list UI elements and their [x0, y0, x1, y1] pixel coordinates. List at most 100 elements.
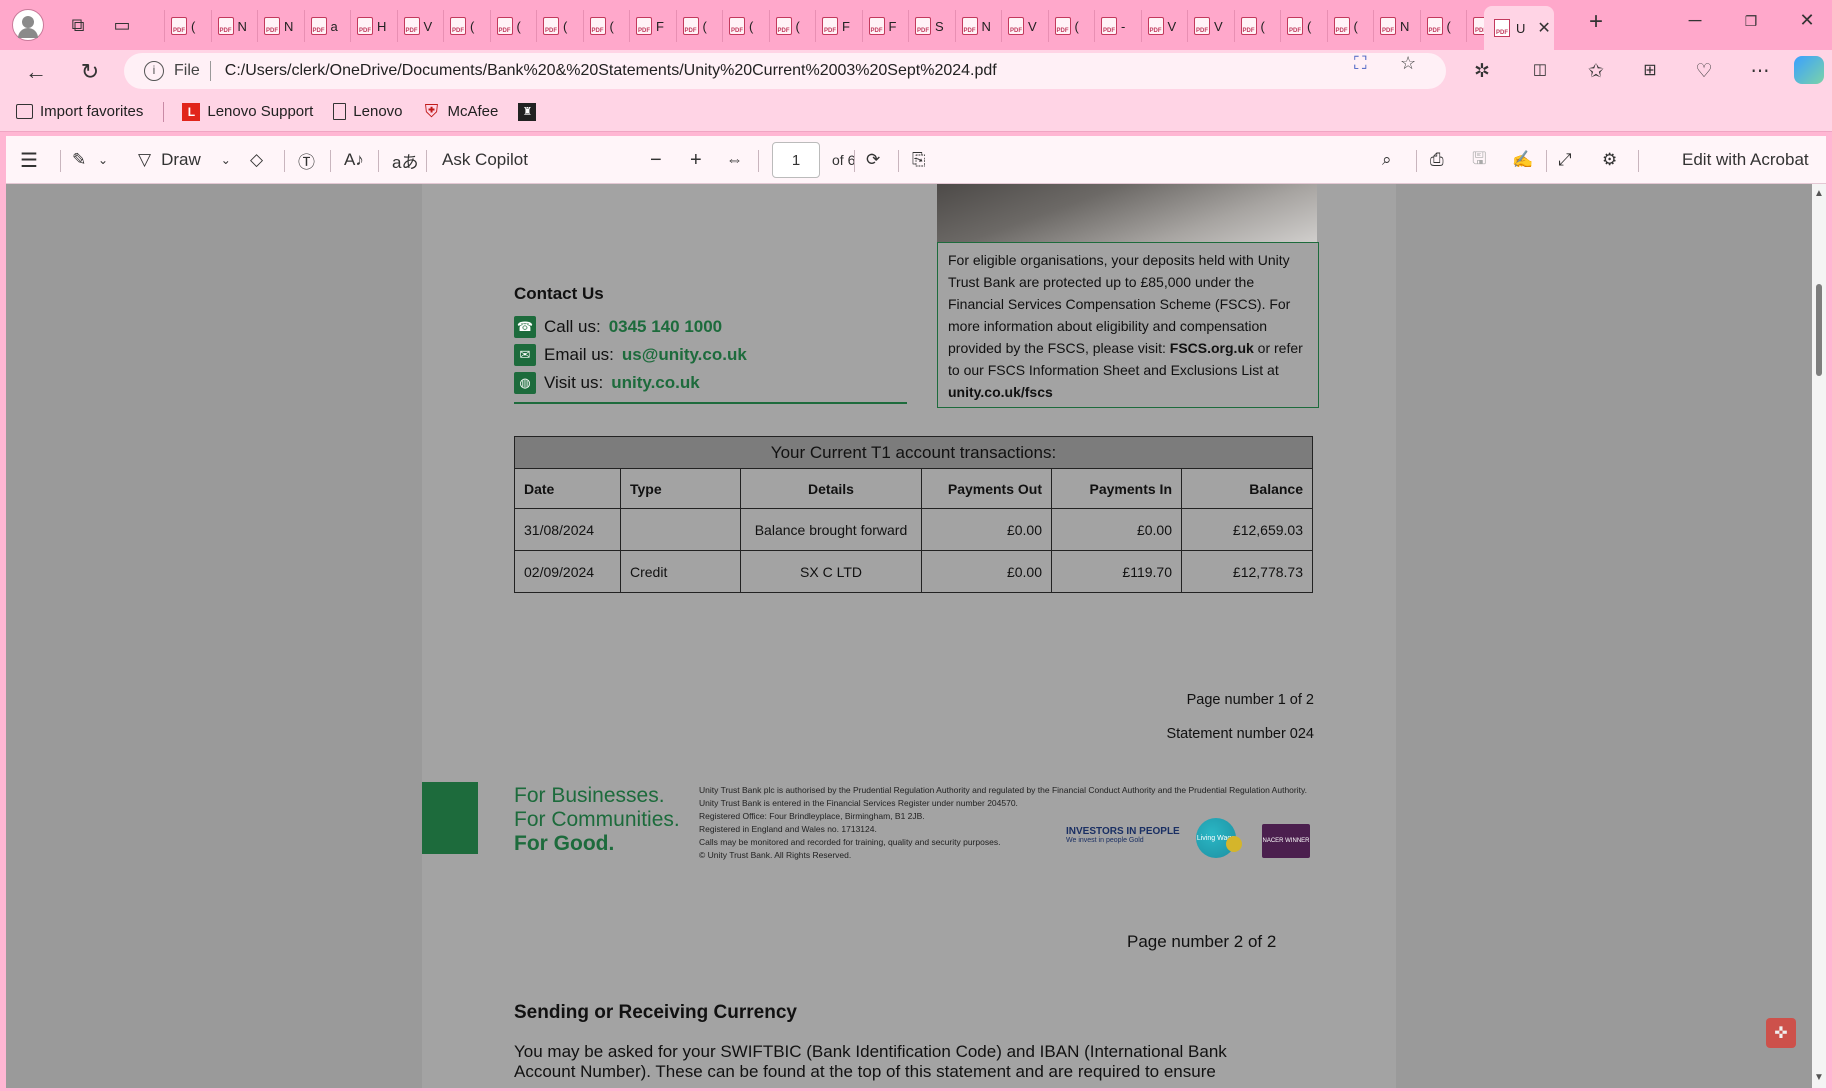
- bookmark-import-favorites[interactable]: Import favorites: [16, 103, 143, 120]
- col-payments-in: Payments In: [1051, 468, 1182, 509]
- zoom-in-icon[interactable]: +: [690, 136, 702, 184]
- reader-mode-icon[interactable]: ⛶: [1354, 53, 1367, 74]
- browser-tab[interactable]: PDF V: [396, 10, 444, 42]
- workspaces-icon[interactable]: ⧉: [66, 13, 90, 37]
- browser-tab[interactable]: PDF F: [815, 10, 862, 42]
- living-wage-dot: [1226, 836, 1242, 852]
- browser-tab[interactable]: PDF(: [1047, 10, 1095, 42]
- page-icon: [333, 103, 347, 120]
- globe-icon: ◍: [514, 372, 536, 394]
- split-screen-icon[interactable]: ◫: [1526, 60, 1554, 78]
- page-view-icon[interactable]: ⎘: [912, 136, 926, 184]
- legal-line: Unity Trust Bank is entered in the Finan…: [699, 798, 1018, 808]
- contents-list-icon[interactable]: ☰: [20, 136, 38, 184]
- address-bar[interactable]: i File C:/Users/clerk/OneDrive/Documents…: [124, 53, 1446, 89]
- website: unity.co.uk: [611, 373, 700, 392]
- save-as-icon[interactable]: ✍: [1512, 136, 1533, 184]
- browser-tab[interactable]: PDF(: [1326, 10, 1374, 42]
- more-menu-icon[interactable]: ⋯: [1746, 60, 1774, 83]
- browser-tab[interactable]: PDF -: [1094, 10, 1141, 42]
- scrollbar-thumb[interactable]: [1816, 284, 1822, 376]
- cell-date: 02/09/2024: [514, 550, 621, 593]
- browser-tab[interactable]: PDF(: [536, 10, 583, 42]
- collections-icon[interactable]: ⊞: [1636, 60, 1664, 80]
- bookmark-lenovo[interactable]: Lenovo: [333, 103, 403, 120]
- browser-tab[interactable]: PDF V: [1140, 10, 1188, 42]
- browser-tab[interactable]: PDF(: [722, 10, 769, 42]
- browser-tab[interactable]: PDF(: [489, 10, 537, 42]
- pdf-favicon-icon: PDF: [775, 17, 792, 35]
- browser-tab[interactable]: PDF(: [1280, 10, 1327, 42]
- minimize-icon[interactable]: ─: [1680, 10, 1710, 31]
- acrobat-icon[interactable]: ✜: [1766, 1018, 1796, 1048]
- browser-tab[interactable]: PDF(: [675, 10, 723, 42]
- tab-title-fragment: H: [377, 18, 387, 34]
- browser-tab[interactable]: PDF S: [908, 10, 955, 42]
- browser-tab[interactable]: PDF F: [861, 10, 909, 42]
- new-tab-button[interactable]: +: [1581, 8, 1611, 36]
- browser-tab[interactable]: PDF(: [164, 10, 211, 42]
- bookmark-mcafee[interactable]: ⛨ McAfee: [423, 101, 499, 121]
- close-tab-icon[interactable]: ✕: [1537, 18, 1550, 38]
- scroll-up-icon[interactable]: ▲: [1814, 188, 1824, 199]
- highlight-icon[interactable]: ✎: [72, 136, 86, 184]
- browser-tab[interactable]: PDF N: [954, 10, 1002, 42]
- rotate-icon[interactable]: ⟳: [866, 136, 880, 184]
- favorites-icon[interactable]: ✩: [1582, 60, 1610, 83]
- cell-payments-in: £0.00: [1051, 508, 1182, 551]
- back-arrow-icon[interactable]: ←: [22, 58, 50, 86]
- draw-button[interactable]: ▽ Draw ⌄: [138, 136, 231, 184]
- browser-tab[interactable]: PDF V: [1001, 10, 1048, 42]
- translate-icon[interactable]: aあ: [392, 136, 418, 184]
- col-balance: Balance: [1181, 468, 1313, 509]
- read-aloud-icon[interactable]: A♪: [344, 136, 364, 184]
- refresh-icon[interactable]: ↻: [76, 58, 104, 86]
- profile-avatar[interactable]: [12, 9, 44, 41]
- browser-essentials-icon[interactable]: ♡: [1690, 60, 1718, 83]
- copilot-icon[interactable]: [1794, 56, 1824, 84]
- vertical-tabs-icon[interactable]: ▭: [110, 13, 134, 37]
- browser-tab[interactable]: PDF a: [303, 10, 351, 42]
- tab-title-fragment: (: [1074, 18, 1079, 34]
- highlight-dropdown-icon[interactable]: ⌄: [98, 136, 108, 184]
- toolbar-separator: [1546, 150, 1547, 172]
- search-icon[interactable]: ⌕: [1382, 136, 1392, 184]
- cell-balance: £12,778.73: [1181, 550, 1313, 593]
- zoom-out-icon[interactable]: −: [650, 136, 662, 184]
- eraser-icon[interactable]: ◇: [250, 136, 263, 184]
- info-icon[interactable]: i: [144, 61, 164, 81]
- browser-tab[interactable]: PDF N: [257, 10, 304, 42]
- url-text[interactable]: C:/Users/clerk/OneDrive/Documents/Bank%2…: [225, 62, 997, 80]
- extensions-icon[interactable]: ✲: [1468, 60, 1496, 83]
- active-tab[interactable]: PDF U ✕: [1484, 6, 1554, 50]
- browser-tab[interactable]: PDF(: [1419, 10, 1467, 42]
- print-icon[interactable]: ⎙: [1430, 136, 1444, 184]
- browser-tab[interactable]: PDF N: [210, 10, 258, 42]
- scroll-down-icon[interactable]: ▼: [1814, 1072, 1824, 1083]
- browser-tab[interactable]: PDF(: [1233, 10, 1281, 42]
- favorite-star-icon[interactable]: ☆: [1400, 53, 1416, 74]
- browser-tab[interactable]: PDF(: [443, 10, 490, 42]
- browser-tab[interactable]: PDF V: [1187, 10, 1234, 42]
- fullscreen-icon[interactable]: ⤢: [1558, 136, 1572, 184]
- save-icon[interactable]: 🖫: [1472, 136, 1486, 184]
- close-window-icon[interactable]: ✕: [1792, 10, 1822, 31]
- browser-tab[interactable]: PDF(: [582, 10, 630, 42]
- browser-tab[interactable]: PDF(: [768, 10, 816, 42]
- fit-width-icon[interactable]: ⇔: [726, 136, 743, 184]
- text-box-icon[interactable]: Ⓣ: [298, 136, 315, 184]
- browser-tab[interactable]: PDF F: [629, 10, 676, 42]
- vertical-scrollbar[interactable]: ▲ ▼: [1812, 184, 1826, 1088]
- page-number-input[interactable]: 1: [772, 142, 820, 178]
- email-address: us@unity.co.uk: [621, 345, 747, 364]
- table-caption: Your Current T1 account transactions:: [514, 436, 1313, 469]
- pdf-viewer[interactable]: For eligible organisations, your deposit…: [6, 184, 1812, 1088]
- bookmark-unnamed[interactable]: ♜: [518, 102, 537, 121]
- restore-icon[interactable]: ❐: [1736, 13, 1766, 30]
- browser-tab[interactable]: PDF H: [350, 10, 397, 42]
- browser-tab[interactable]: PDF N: [1373, 10, 1420, 42]
- edit-with-acrobat-button[interactable]: Edit with Acrobat: [1682, 136, 1809, 184]
- ask-copilot-button[interactable]: Ask Copilot: [442, 136, 528, 184]
- settings-gear-icon[interactable]: ⚙: [1602, 136, 1617, 184]
- bookmark-lenovo-support[interactable]: L Lenovo Support: [182, 102, 313, 121]
